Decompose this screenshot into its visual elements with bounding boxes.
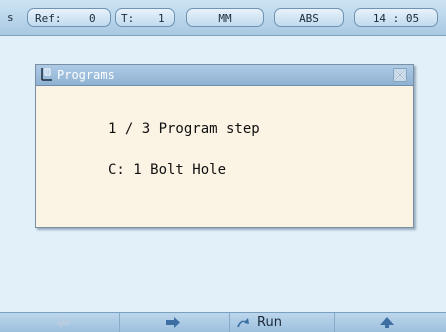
clock: 14 : 05 (354, 8, 438, 27)
run-icon (237, 318, 249, 327)
ref-value: 0 (89, 12, 96, 25)
up-softkey[interactable] (335, 313, 446, 332)
back-softkey[interactable] (0, 313, 120, 332)
dialog-title: Programs (57, 68, 115, 82)
units-field[interactable]: MM (186, 8, 264, 27)
programs-dialog: Programs 1 / 3 Program step C: 1 Bolt Ho… (35, 64, 414, 228)
program-step-text: 1 / 3 Program step (108, 121, 260, 137)
tool-label: T: (121, 12, 135, 25)
tool-field[interactable]: T: 1 (115, 8, 175, 27)
run-softkey[interactable]: Run (230, 313, 335, 332)
tool-value: 1 (158, 12, 165, 25)
status-bar: s Ref: 0 T: 1 MM ABS 14 : 05 (0, 0, 446, 36)
ref-field[interactable]: Ref: 0 (27, 8, 111, 27)
up-arrow-icon (380, 317, 394, 328)
softkey-bar: Run (0, 312, 446, 332)
ref-label: Ref: (35, 12, 62, 25)
forward-softkey[interactable] (120, 313, 230, 332)
mode-indicator: s (7, 11, 14, 24)
dialog-titlebar: Programs (36, 65, 413, 86)
run-label: Run (257, 315, 282, 330)
program-icon (41, 68, 52, 81)
close-icon[interactable] (393, 68, 407, 82)
arrow-right-icon (166, 317, 180, 328)
arrow-left-icon (56, 317, 70, 328)
cycle-text: C: 1 Bolt Hole (108, 162, 227, 178)
coord-mode-field[interactable]: ABS (274, 8, 344, 27)
